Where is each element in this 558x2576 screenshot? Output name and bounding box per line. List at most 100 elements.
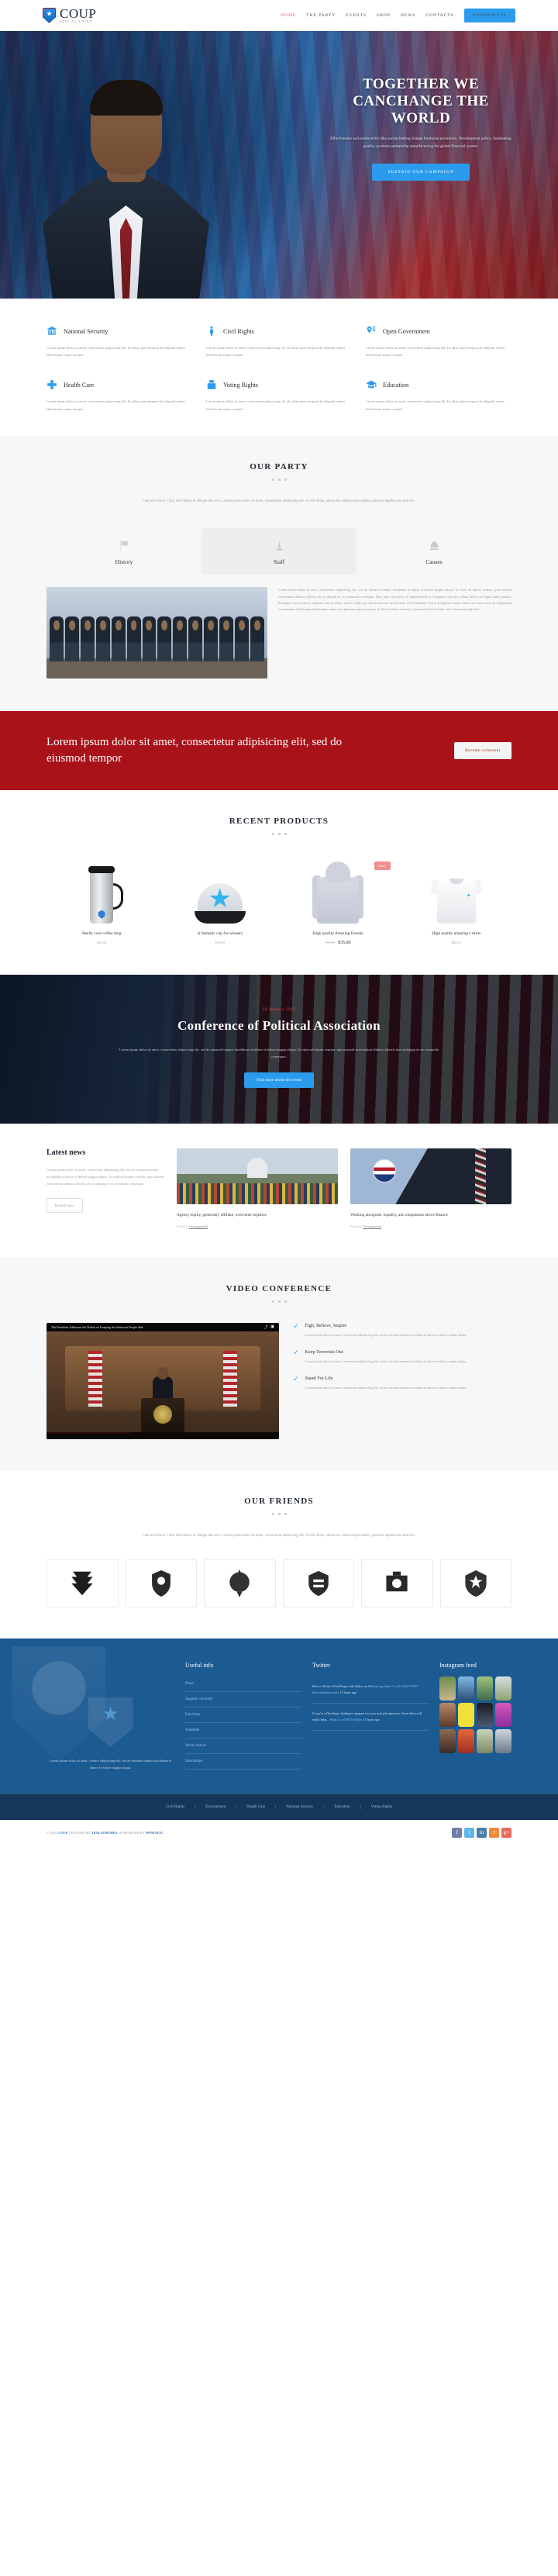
google-plus-icon[interactable]: g+	[501, 1827, 512, 1838]
tab-causes[interactable]: Causes	[356, 528, 512, 575]
product-image-cap	[165, 857, 276, 924]
footer-tag-education[interactable]: Education	[324, 1804, 361, 1809]
post-category[interactable]: Uncategorized	[189, 1224, 208, 1228]
product-image-hoodie: Sale!	[283, 857, 394, 924]
instagram-thumb[interactable]	[439, 1703, 456, 1728]
instagram-thumb[interactable]	[458, 1703, 474, 1728]
product-card[interactable]: A fantastic cup for winners $18.99	[165, 857, 276, 945]
footer-link-internships[interactable]: Internships	[185, 1754, 301, 1770]
footer-tag-national-security[interactable]: National Security	[276, 1804, 325, 1809]
footer-tag-voting-rights[interactable]: Voting Rights	[361, 1805, 403, 1809]
facebook-icon[interactable]: f	[452, 1827, 462, 1838]
footer-tag-health-care[interactable]: Health Care	[236, 1804, 277, 1809]
twitter-icon[interactable]: t	[464, 1827, 474, 1838]
partner-logo[interactable]	[204, 1559, 276, 1608]
product-price: $29.19	[451, 940, 461, 944]
news-post[interactable]: Agency equity, generosity affiliate, ove…	[177, 1148, 338, 1228]
video-feature-item: ✓ Keep Terrorists Out Lorem ipsum dolor …	[293, 1348, 512, 1365]
footer-link-schedule[interactable]: Schedule	[185, 1723, 301, 1739]
our-friends-section: OUR FRIENDS I am text block. Click edit …	[0, 1469, 558, 1639]
brand-logo[interactable]: ★ COUP FREE AS A BIRD	[43, 7, 96, 24]
section-title: VIDEO CONFERENCE	[226, 1283, 332, 1293]
partner-logo[interactable]	[361, 1559, 433, 1608]
copyright-author[interactable]: TESLATHEMES	[91, 1831, 118, 1835]
partner-logo[interactable]	[282, 1559, 354, 1608]
rss-icon[interactable]: r	[489, 1827, 499, 1838]
footer-tag-environment[interactable]: Environment	[195, 1804, 237, 1809]
instagram-thumb[interactable]	[495, 1729, 512, 1754]
section-title: OUR FRIENDS	[244, 1496, 314, 1506]
main-navigation[interactable]: HOME THE PARTY EVENTS SHOP NEWS CONTACTS…	[281, 9, 515, 22]
contribute-button[interactable]: CONTRIBUTE	[463, 9, 515, 22]
footer-column-heading: Useful info	[185, 1662, 214, 1670]
service-card: National Security Lorem ipsum dolor sit …	[46, 325, 192, 358]
instagram-thumb[interactable]	[458, 1676, 474, 1701]
footer-link-work-with-us[interactable]: Work with us	[185, 1739, 301, 1755]
linkedin-icon[interactable]: in	[477, 1827, 487, 1838]
instagram-thumb[interactable]	[477, 1703, 493, 1728]
hero-cta-button[interactable]: SUSTAIN OUR CAMPAIGN	[372, 164, 470, 181]
product-card[interactable]: ✦ High quality amazing t-shirts $29.19	[401, 857, 512, 945]
tweet-item: How to Write a Vim Plugin with Ruby via …	[312, 1676, 429, 1704]
footer-tag-bar: Civil Rights Environment Health Care Nat…	[0, 1793, 558, 1820]
footer-useful-info: Useful info Press Supplier diversity Fac…	[185, 1662, 301, 1772]
nav-item-events[interactable]: EVENTS	[346, 13, 367, 18]
footer-link-supplier-diversity[interactable]: Supplier diversity	[185, 1692, 301, 1708]
footer-twitter: Twitter How to Write a Vim Plugin with R…	[312, 1662, 429, 1772]
nav-item-contacts[interactable]: CONTACTS	[425, 13, 453, 18]
person-icon	[206, 325, 217, 337]
copyright-mid2: , SUPPORTED BY	[117, 1830, 145, 1835]
footer-link-press[interactable]: Press	[185, 1676, 301, 1693]
party-tabs[interactable]: History Staff Causes	[46, 528, 512, 575]
instagram-thumb[interactable]	[477, 1676, 493, 1701]
instagram-thumb[interactable]	[477, 1729, 493, 1754]
product-name: High quality Amazing Hoodie	[312, 931, 363, 936]
product-card[interactable]: Sale! High quality Amazing Hoodie $50.00…	[283, 857, 394, 945]
become-volunteer-button[interactable]: Become volunteer	[454, 742, 512, 760]
post-title: Working alongside, equality, aid compass…	[350, 1213, 448, 1218]
nav-item-home[interactable]: HOME	[281, 13, 296, 18]
instagram-grid[interactable]	[439, 1676, 512, 1754]
site-footer: ★ Lorem ipsum dolor sit amet, consect ad…	[0, 1638, 558, 1846]
instagram-thumb[interactable]	[439, 1729, 456, 1754]
partner-logo[interactable]	[439, 1559, 512, 1608]
copyright-sponsor[interactable]: WPMATIC	[146, 1831, 163, 1835]
footer-tag-civil-rights[interactable]: Civil Rights	[156, 1804, 196, 1809]
footer-link-factivists[interactable]: Factivists	[185, 1708, 301, 1724]
sale-badge: Sale!	[374, 861, 391, 870]
video-player[interactable]: The President Addresses the Nation on Ke…	[46, 1322, 279, 1439]
watch-later-icon[interactable]: ▣	[270, 1324, 274, 1329]
section-lead: I am text block. Click edit button to ch…	[142, 499, 416, 503]
video-title-bar: The President Addresses the Nation on Ke…	[46, 1322, 279, 1331]
instagram-thumb[interactable]	[439, 1676, 456, 1701]
post-category[interactable]: Uncategorized	[363, 1224, 381, 1228]
product-name: Really cool coffee mug	[82, 931, 122, 936]
nav-item-news[interactable]: NEWS	[401, 13, 415, 18]
feature-title: Figh, Believe, Inspire	[305, 1322, 347, 1328]
tab-history[interactable]: History	[46, 528, 202, 575]
product-price: $13.00	[97, 940, 107, 944]
news-post[interactable]: Working alongside, equality, aid compass…	[350, 1148, 512, 1228]
tab-staff[interactable]: Staff	[202, 528, 356, 575]
tweet-links[interactable]: https://t.co/XKDoftHpes	[330, 1718, 362, 1721]
instagram-thumb[interactable]	[495, 1676, 512, 1701]
product-card[interactable]: Really cool coffee mug $13.00	[46, 857, 157, 945]
partner-logo[interactable]	[46, 1559, 119, 1608]
event-more-button[interactable]: Find more about this event	[244, 1072, 314, 1089]
title-divider-dots	[46, 1300, 512, 1303]
service-text: Lorem ipsum dolor sit amet, consectetur …	[206, 399, 345, 411]
partner-logo[interactable]	[125, 1559, 197, 1608]
product-name: A fantastic cup for winners	[197, 931, 243, 936]
video-controls-bar[interactable]	[46, 1431, 279, 1439]
instagram-thumb[interactable]	[495, 1703, 512, 1728]
section-title: OUR PARTY	[250, 461, 308, 471]
product-image-tshirt: ✦	[401, 857, 512, 924]
site-header: ★ COUP FREE AS A BIRD HOME THE PARTY EVE…	[0, 0, 558, 31]
instagram-thumb[interactable]	[458, 1729, 474, 1754]
nav-item-shop[interactable]: SHOP	[377, 13, 391, 18]
social-links[interactable]: f t in r g+	[452, 1827, 512, 1838]
hero-subtitle: Effectiveness and productivity-like savi…	[330, 136, 512, 149]
read-all-news-button[interactable]: Read all news	[46, 1198, 83, 1214]
share-icon[interactable]: ⤴	[264, 1324, 267, 1330]
nav-item-the-party[interactable]: THE PARTY	[306, 13, 336, 18]
